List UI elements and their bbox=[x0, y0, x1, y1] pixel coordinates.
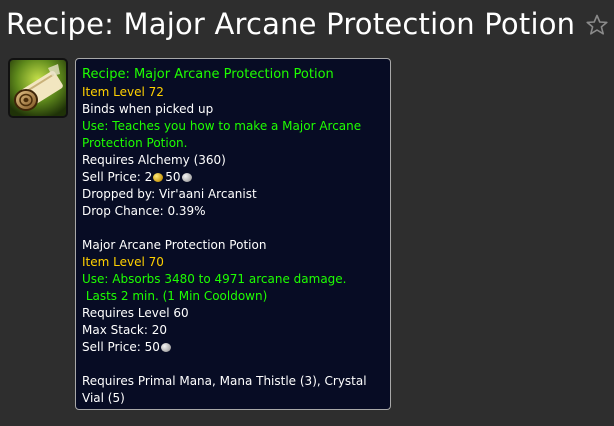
product-sell-label: Sell Price: bbox=[82, 340, 145, 354]
max-stack: Max Stack: 20 bbox=[82, 323, 167, 337]
page: Recipe: Major Arcane Protection Potion R… bbox=[0, 0, 614, 426]
product-item-level: Item Level 70 bbox=[82, 255, 164, 269]
product-use-line1: Use: Absorbs 3480 to 4971 arcane damage. bbox=[82, 272, 347, 286]
product-sell-price: Sell Price: 50 bbox=[82, 339, 390, 356]
recipe-sell-price: Sell Price: 2 50 bbox=[82, 169, 390, 186]
requires-skill: Requires Alchemy (360) bbox=[82, 153, 226, 167]
reagents-line2: Vial (5) bbox=[82, 391, 125, 405]
silver-coin-icon bbox=[160, 343, 171, 352]
recipe-use-line1: Use: Teaches you how to make a Major Arc… bbox=[82, 119, 362, 133]
gold-coin-icon bbox=[153, 173, 164, 182]
title-row: Recipe: Major Arcane Protection Potion bbox=[6, 4, 609, 44]
product-name: Major Arcane Protection Potion bbox=[82, 238, 267, 252]
requires-level: Requires Level 60 bbox=[82, 306, 189, 320]
silver-coin-icon bbox=[181, 173, 192, 182]
recipe-item-level: Item Level 72 bbox=[82, 85, 164, 99]
star-outline-icon[interactable] bbox=[585, 13, 609, 37]
recipe-use-line2: Protection Potion. bbox=[82, 136, 188, 150]
scroll-recipe-icon[interactable] bbox=[8, 58, 68, 118]
sell-price-label: Sell Price: bbox=[82, 170, 145, 184]
item-tooltip: Recipe: Major Arcane Protection Potion I… bbox=[75, 58, 391, 410]
reagents-line1: Requires Primal Mana, Mana Thistle (3), … bbox=[82, 374, 367, 388]
dropped-by: Dropped by: Vir'aani Arcanist bbox=[82, 187, 257, 201]
binds-text: Binds when picked up bbox=[82, 102, 214, 116]
page-title: Recipe: Major Arcane Protection Potion bbox=[6, 7, 576, 41]
product-use-line2: Lasts 2 min. (1 Min Cooldown) bbox=[82, 289, 268, 303]
sell-silver-value: 50 bbox=[165, 170, 181, 184]
sell-gold-value: 2 bbox=[144, 170, 153, 184]
drop-chance: Drop Chance: 0.39% bbox=[82, 204, 206, 218]
product-sell-silver: 50 bbox=[144, 340, 160, 354]
recipe-name: Recipe: Major Arcane Protection Potion bbox=[82, 67, 334, 82]
